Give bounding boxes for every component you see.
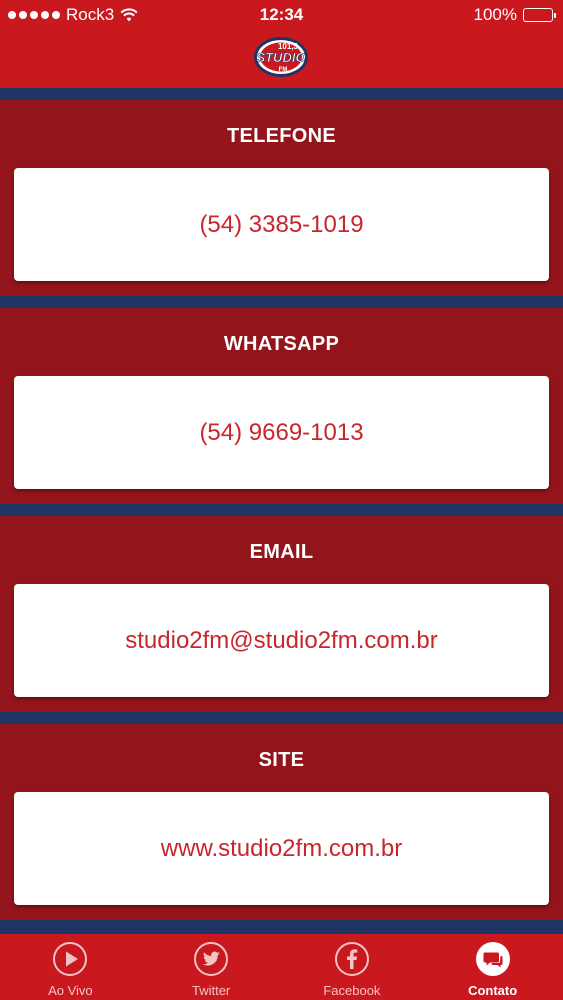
chat-icon xyxy=(475,942,510,976)
tab-label: Ao Vivo xyxy=(48,983,93,998)
phone-value: (54) 3385-1019 xyxy=(199,210,364,238)
section-title: SITE xyxy=(258,749,305,771)
divider-stripe xyxy=(0,504,563,516)
facebook-icon xyxy=(334,942,369,976)
svg-text:STUDIO: STUDIO xyxy=(256,50,305,65)
studio-fm-logo: 101,3 STUDIO FM xyxy=(254,37,308,77)
twitter-icon xyxy=(194,942,229,976)
section-title: TELEFONE xyxy=(226,125,337,147)
tab-bar: Ao Vivo Twitter Facebook Contato xyxy=(0,934,563,1000)
section-whatsapp: WHATSAPP (54) 9669-1013 xyxy=(0,308,563,504)
section-telefone: TELEFONE (54) 3385-1019 xyxy=(0,100,563,296)
divider-stripe xyxy=(0,920,563,934)
divider-stripe xyxy=(0,296,563,308)
battery-icon xyxy=(523,8,556,22)
site-card[interactable]: www.studio2fm.com.br xyxy=(14,792,549,905)
svg-text:FM: FM xyxy=(279,67,288,73)
battery-percentage: 100% xyxy=(473,5,517,24)
tab-label: Contato xyxy=(468,983,518,998)
whatsapp-value: (54) 9669-1013 xyxy=(199,418,364,446)
whatsapp-card[interactable]: (54) 9669-1013 xyxy=(14,376,549,489)
site-value: www.studio2fm.com.br xyxy=(160,834,403,862)
phone-card[interactable]: (54) 3385-1019 xyxy=(14,168,549,281)
section-title: WHATSAPP xyxy=(223,333,340,355)
tab-contato[interactable]: Contato xyxy=(422,934,563,1000)
contact-screen: Rock3 12:34 100% 101,3 STUDIO FM TELEFON… xyxy=(0,0,563,1000)
email-value: studio2fm@studio2fm.com.br xyxy=(125,626,438,654)
section-email: EMAIL studio2fm@studio2fm.com.br xyxy=(0,516,563,712)
status-bar: Rock3 12:34 100% xyxy=(0,0,563,30)
tab-ao-vivo[interactable]: Ao Vivo xyxy=(0,934,141,1000)
section-title: EMAIL xyxy=(249,541,314,563)
tab-label: Facebook xyxy=(323,983,381,998)
email-card[interactable]: studio2fm@studio2fm.com.br xyxy=(14,584,549,697)
section-site: SITE www.studio2fm.com.br xyxy=(0,724,563,920)
play-icon xyxy=(53,942,88,976)
tab-facebook[interactable]: Facebook xyxy=(282,934,423,1000)
battery-status: 100% xyxy=(473,5,556,25)
tab-label: Twitter xyxy=(191,983,231,998)
app-header: Rock3 12:34 100% 101,3 STUDIO FM xyxy=(0,0,563,88)
tab-twitter[interactable]: Twitter xyxy=(141,934,282,1000)
divider-stripe xyxy=(0,712,563,724)
divider-stripe xyxy=(0,88,563,100)
